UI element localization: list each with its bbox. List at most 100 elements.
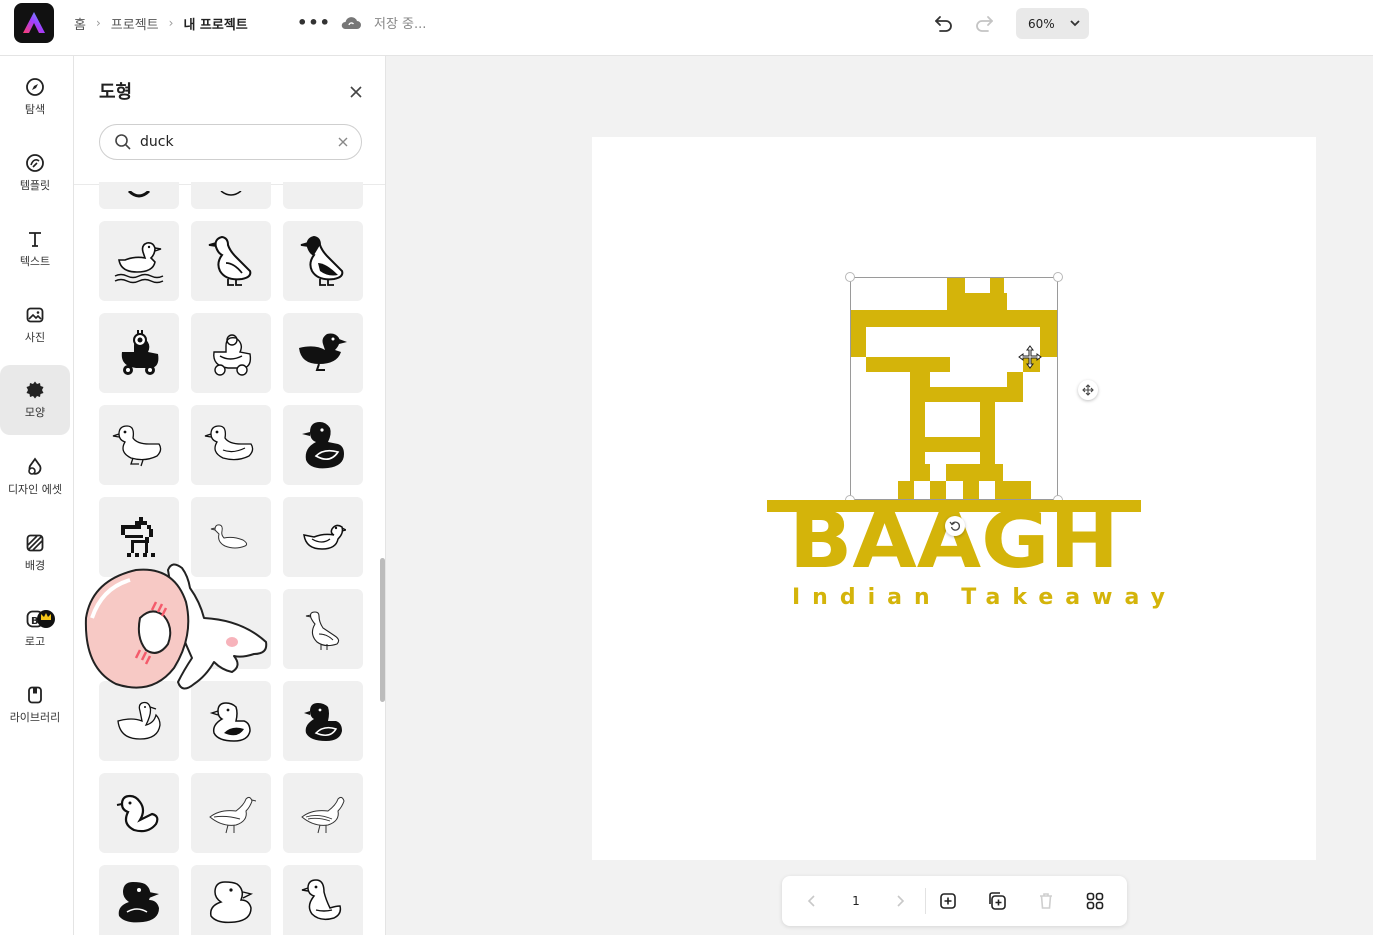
duck-outline-icon[interactable] (99, 405, 179, 485)
grid-icon (1086, 892, 1104, 910)
rail-item-photos[interactable]: 사진 (0, 290, 70, 360)
chevron-down-icon (1070, 20, 1080, 27)
panel-title: 도형 (99, 82, 133, 103)
compass-icon (26, 78, 44, 96)
shape-tile[interactable] (191, 182, 271, 209)
undo-icon[interactable] (932, 12, 956, 34)
move-handle[interactable] (1078, 380, 1098, 400)
more-options-button[interactable]: ••• (297, 12, 330, 32)
grid-view-button[interactable] (1083, 889, 1107, 913)
left-rail: 탐색 템플릿 텍스트 사진 모양 디자인 에셋 배경 B 로고 라이브러리 (0, 56, 74, 935)
duck-toy-wheels-outline-icon[interactable] (191, 313, 271, 393)
rail-item-background[interactable]: 배경 (0, 518, 70, 588)
goose-outline-icon[interactable] (283, 589, 363, 669)
selection-box (850, 277, 1058, 500)
save-status: 저장 중... (340, 13, 426, 32)
rotate-icon (949, 521, 960, 531)
duplicate-page-button[interactable] (985, 889, 1009, 913)
shapes-panel: 도형 (74, 56, 386, 935)
save-status-text: 저장 중... (374, 17, 427, 32)
duck-outline-2-icon[interactable] (191, 405, 271, 485)
brand-tagline[interactable]: Indian Takeaway (792, 585, 1165, 610)
shape-tile[interactable] (99, 182, 179, 209)
duplicate-icon (989, 892, 1006, 910)
rotate-handle[interactable] (945, 516, 965, 536)
rail-label: 탐색 (24, 103, 46, 116)
page-navigator: 1 (782, 876, 1127, 926)
add-page-button[interactable] (936, 889, 960, 913)
rail-label: 템플릿 (19, 179, 51, 192)
chevron-right-icon: › (168, 16, 174, 30)
page-number: 1 (852, 894, 860, 908)
resize-handle-top-left[interactable] (845, 272, 855, 282)
add-page-icon (940, 893, 956, 909)
panel-scrollbar[interactable] (380, 558, 385, 702)
chevron-right-icon (897, 895, 905, 907)
rail-label: 텍스트 (19, 255, 51, 268)
rail-item-design-assets[interactable]: 디자인 에셋 (0, 442, 70, 512)
rail-label: 로고 (24, 635, 46, 648)
breadcrumb-projects[interactable]: 프로젝트 (111, 14, 159, 33)
shape-tile[interactable] (283, 182, 363, 209)
brand-tagline-text: Indian Takeaway (792, 585, 1177, 610)
chevron-left-icon (807, 895, 815, 907)
rail-label: 디자인 에셋 (7, 483, 63, 496)
rubber-duck-black-icon[interactable] (283, 405, 363, 485)
next-page-button[interactable] (888, 889, 912, 913)
rail-item-text[interactable]: 텍스트 (0, 214, 70, 284)
breadcrumb-my-project[interactable]: 내 프로젝트 (183, 14, 247, 33)
search-input[interactable] (140, 134, 320, 150)
rail-item-library[interactable]: 라이브러리 (0, 670, 70, 740)
design-canvas[interactable]: BAAGH Indian Takeaway (592, 137, 1316, 860)
app-logo[interactable] (14, 3, 54, 43)
rail-item-templates[interactable]: 템플릿 (0, 138, 70, 208)
rail-item-shapes[interactable]: 모양 (0, 365, 70, 435)
rubber-duck-filled-icon[interactable] (283, 681, 363, 761)
search-field (99, 124, 362, 160)
template-icon (26, 154, 44, 172)
zoom-select[interactable]: 60% (1016, 8, 1089, 39)
shape-icon (26, 381, 44, 399)
rail-item-explore[interactable]: 탐색 (0, 62, 70, 132)
duck-toy-wheels-icon[interactable] (99, 313, 179, 393)
duck-silhouette-icon[interactable] (283, 313, 363, 393)
divider (925, 888, 926, 914)
delete-page-button[interactable] (1034, 889, 1058, 913)
rubber-duck-round-black-icon[interactable] (99, 865, 179, 935)
peach-sticker-image (84, 563, 268, 690)
trash-icon (1040, 893, 1052, 909)
breadcrumb-home[interactable]: 홈 (74, 14, 86, 33)
move-cursor-icon (1018, 345, 1042, 369)
resize-handle-top-right[interactable] (1053, 272, 1063, 282)
mallard-duck-dark-icon[interactable] (283, 221, 363, 301)
rail-label: 배경 (24, 559, 46, 572)
duck-walking-sketch-2-icon[interactable] (283, 773, 363, 853)
background-icon (26, 534, 44, 552)
duck-face-outline-icon[interactable] (283, 497, 363, 577)
duck-walking-sketch-icon[interactable] (191, 773, 271, 853)
chevron-right-icon: › (95, 16, 101, 30)
library-icon (28, 686, 42, 704)
breadcrumb: 홈 › 프로젝트 › 내 프로젝트 (74, 14, 248, 33)
design-assets-icon (28, 457, 42, 475)
photo-icon (26, 307, 44, 323)
cloud-sync-icon (341, 16, 361, 29)
close-icon[interactable] (348, 84, 364, 100)
rail-item-logo[interactable]: B 로고 (0, 594, 70, 664)
search-icon (115, 134, 131, 150)
rubber-duck-round-outline-icon[interactable] (191, 865, 271, 935)
top-bar: 홈 › 프로젝트 › 내 프로젝트 ••• 저장 중... 60% (0, 0, 1373, 56)
prev-page-button[interactable] (800, 889, 824, 913)
duck-curly-icon[interactable] (99, 773, 179, 853)
clear-search-icon[interactable] (337, 136, 349, 148)
redo-icon[interactable] (972, 12, 996, 34)
text-icon (29, 232, 41, 247)
move-icon (1082, 384, 1094, 396)
rail-label: 모양 (24, 406, 46, 419)
duck-standing-outline-icon[interactable] (283, 865, 363, 935)
mallard-duck-icon[interactable] (191, 221, 271, 301)
adobe-express-icon (23, 12, 45, 33)
duck-swimming-icon[interactable] (99, 221, 179, 301)
premium-crown-icon (37, 610, 55, 628)
rail-label: 사진 (24, 331, 46, 344)
